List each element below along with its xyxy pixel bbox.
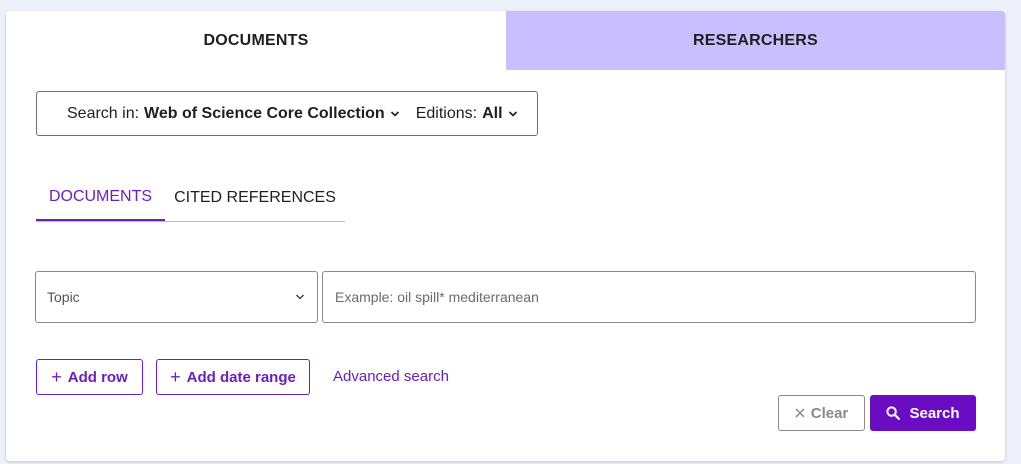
collection-selector[interactable]: Search in: Web of Science Core Collectio… [37, 105, 400, 123]
plus-icon: + [51, 367, 62, 387]
clear-label: Clear [810, 404, 849, 422]
search-icon [886, 406, 901, 420]
search-in-label: Search in: [67, 104, 140, 122]
tab-researchers[interactable]: RESEARCHERS [506, 11, 1005, 70]
chevron-down-icon [295, 292, 305, 302]
search-button[interactable]: Search [870, 395, 976, 431]
add-row-label: Add row [67, 368, 128, 386]
subtab-cited-references[interactable]: CITED REFERENCES [165, 175, 345, 220]
clear-button[interactable]: Clear [778, 395, 865, 431]
editions-label: Editions: [415, 104, 478, 122]
chevron-down-icon [508, 109, 518, 119]
search-scope-bar: Search in: Web of Science Core Collectio… [36, 91, 538, 136]
add-date-range-label: Add date range [186, 368, 296, 386]
add-date-range-button[interactable]: + Add date range [156, 359, 310, 395]
search-label: Search [909, 404, 960, 422]
search-type-tabs: DOCUMENTS CITED REFERENCES [36, 175, 345, 222]
chevron-down-icon [390, 109, 400, 119]
search-card: DOCUMENTS RESEARCHERS Search in: Web of … [6, 11, 1005, 461]
add-row-button[interactable]: + Add row [36, 359, 143, 395]
editions-value: All [482, 104, 503, 122]
search-field-value: Topic [47, 289, 80, 305]
subtab-documents[interactable]: DOCUMENTS [36, 175, 165, 221]
advanced-search-link[interactable]: Advanced search [333, 368, 449, 385]
tab-documents[interactable]: DOCUMENTS [6, 11, 506, 70]
search-query-input[interactable] [322, 271, 976, 323]
editions-selector[interactable]: Editions: All [400, 105, 518, 123]
collection-value: Web of Science Core Collection [144, 104, 385, 122]
search-field-select[interactable]: Topic [35, 271, 318, 323]
close-icon [795, 408, 805, 418]
top-tabs: DOCUMENTS RESEARCHERS [6, 11, 1005, 70]
plus-icon: + [170, 367, 181, 387]
